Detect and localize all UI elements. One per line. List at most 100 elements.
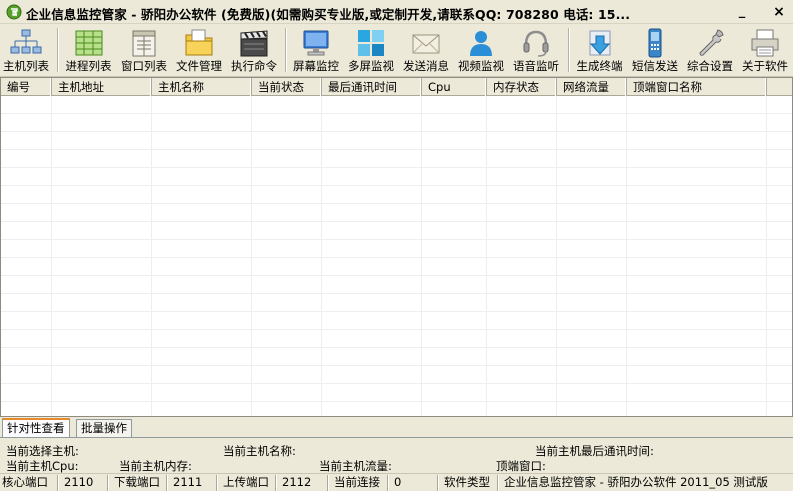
last-comm-label: 当前主机最后通讯时间: xyxy=(535,444,654,458)
grid-row-line xyxy=(1,185,792,186)
download-icon xyxy=(589,30,610,56)
upload-port-value: 2112 xyxy=(278,475,328,491)
top-window-label: 顶端窗口: xyxy=(496,459,546,473)
memory-label: 当前主机内存: xyxy=(119,459,192,473)
column-header-last-comm-time[interactable]: 最后通讯时间 xyxy=(322,78,422,96)
current-host-label: 当前选择主机: xyxy=(6,444,79,458)
toolbar-send-message-button[interactable]: 发送消息 xyxy=(399,24,453,77)
software-type-label: 软件类型 xyxy=(440,475,498,491)
toolbar-window-list-button[interactable]: 窗口列表 xyxy=(117,24,171,77)
toolbar-label: 短信发送 xyxy=(632,59,678,73)
grid-column-line xyxy=(251,96,252,416)
upload-port-label: 上传端口 xyxy=(219,475,276,491)
core-port-value: 2110 xyxy=(60,475,108,491)
column-header-traffic[interactable]: 网络流量 xyxy=(557,78,627,96)
column-header-memory[interactable]: 内存状态 xyxy=(487,78,557,96)
toolbar-label: 文件管理 xyxy=(176,59,222,73)
grid-column-line xyxy=(421,96,422,416)
multi-screen-icon xyxy=(358,30,384,56)
grid-row-line xyxy=(1,329,792,330)
toolbar-process-list-button[interactable]: 进程列表 xyxy=(61,24,116,77)
user-icon xyxy=(470,31,492,56)
grid-column-line xyxy=(321,96,322,416)
window-list-icon xyxy=(132,30,156,57)
headset-icon xyxy=(523,30,549,57)
envelope-icon xyxy=(412,34,440,54)
host-name-label: 当前主机名称: xyxy=(223,444,296,458)
toolbar-file-manager-button[interactable]: 文件管理 xyxy=(172,24,226,77)
grid-row-line xyxy=(1,239,792,240)
grid-column-line xyxy=(556,96,557,416)
toolbar-label: 屏幕监控 xyxy=(293,59,339,73)
process-list-icon xyxy=(75,30,102,56)
toolbar-label: 多屏监视 xyxy=(348,59,394,73)
software-type-value: 企业信息监控管家 - 骄阳办公软件 2011_05 测试版 xyxy=(504,475,768,489)
toolbar: 主机列表 进程列表 窗口列表 文件管理 执行命令 屏幕监控 多屏监视 发送消息 … xyxy=(0,24,793,77)
tab-batch-operation[interactable]: 批量操作 xyxy=(76,419,132,437)
toolbar-label: 语音监听 xyxy=(513,59,559,73)
column-header-host-address[interactable]: 主机地址 xyxy=(52,78,152,96)
monitor-icon xyxy=(303,30,329,56)
column-header-id[interactable]: 编号 xyxy=(1,78,52,96)
grid-row-line xyxy=(1,383,792,384)
host-info-panel: 当前选择主机: 当前主机名称: 当前主机最后通讯时间: 当前主机Cpu: 当前主… xyxy=(0,437,793,473)
wrench-icon xyxy=(699,29,724,56)
column-header-cpu[interactable]: Cpu xyxy=(422,78,487,96)
toolbar-label: 视频监视 xyxy=(458,59,504,73)
traffic-label: 当前主机流量: xyxy=(319,459,392,473)
host-table[interactable]: 编号 主机地址 主机名称 当前状态 最后通讯时间 Cpu 内存状态 网络流量 顶… xyxy=(0,77,793,417)
grid-column-line xyxy=(486,96,487,416)
toolbar-screen-monitor-button[interactable]: 屏幕监控 xyxy=(289,24,343,77)
toolbar-about-button[interactable]: 关于软件 xyxy=(738,24,792,77)
column-header-host-name[interactable]: 主机名称 xyxy=(152,78,252,96)
status-bar: 核心端口 2110 下载端口 2111 上传端口 2112 当前连接 0 软件类… xyxy=(0,473,793,491)
grid-row-line xyxy=(1,347,792,348)
table-body[interactable] xyxy=(1,96,792,416)
core-port-label: 核心端口 xyxy=(0,475,58,491)
toolbar-label: 窗口列表 xyxy=(121,59,167,73)
toolbar-label: 执行命令 xyxy=(231,59,277,73)
window-title: 企业信息监控管家 - 骄阳办公软件 (免费版)(如需购买专业版,或定制开发,请联… xyxy=(26,7,631,22)
toolbar-separator xyxy=(285,28,287,72)
phone-icon xyxy=(648,28,662,58)
title-bar[interactable]: 企业信息监控管家 - 骄阳办公软件 (免费版)(如需购买专业版,或定制开发,请联… xyxy=(0,0,793,24)
table-header: 编号 主机地址 主机名称 当前状态 最后通讯时间 Cpu 内存状态 网络流量 顶… xyxy=(1,78,792,96)
connections-label: 当前连接 xyxy=(330,475,388,491)
grid-row-line xyxy=(1,113,792,114)
toolbar-voice-monitor-button[interactable]: 语音监听 xyxy=(509,24,563,77)
toolbar-execute-command-button[interactable]: 执行命令 xyxy=(227,24,281,77)
grid-row-line xyxy=(1,167,792,168)
toolbar-sms-send-button[interactable]: 短信发送 xyxy=(628,24,682,77)
toolbar-label: 发送消息 xyxy=(403,59,449,73)
toolbar-label: 主机列表 xyxy=(3,59,49,73)
bottom-tabs: 针对性查看 批量操作 xyxy=(0,418,793,438)
toolbar-host-list-button[interactable]: 主机列表 xyxy=(0,24,52,77)
close-button[interactable]: × xyxy=(768,3,790,21)
toolbar-generate-client-button[interactable]: 生成终端 xyxy=(572,24,627,77)
toolbar-label: 进程列表 xyxy=(65,59,112,73)
folder-icon xyxy=(185,29,213,56)
grid-row-line xyxy=(1,401,792,402)
toolbar-video-monitor-button[interactable]: 视频监视 xyxy=(454,24,508,77)
grid-column-line xyxy=(151,96,152,416)
cpu-label: 当前主机Cpu: xyxy=(6,459,79,473)
grid-row-line xyxy=(1,293,792,294)
download-port-value: 2111 xyxy=(169,475,217,491)
grid-column-line xyxy=(626,96,627,416)
clapper-icon xyxy=(240,30,268,57)
toolbar-multi-screen-button[interactable]: 多屏监视 xyxy=(344,24,398,77)
tab-targeted-view[interactable]: 针对性查看 xyxy=(2,418,70,438)
toolbar-label: 综合设置 xyxy=(687,59,733,73)
grid-row-line xyxy=(1,311,792,312)
grid-row-line xyxy=(1,257,792,258)
column-header-top-window[interactable]: 顶端窗口名称 xyxy=(627,78,767,96)
connections-value: 0 xyxy=(390,475,438,491)
toolbar-settings-button[interactable]: 综合设置 xyxy=(683,24,737,77)
grid-column-line xyxy=(51,96,52,416)
grid-row-line xyxy=(1,131,792,132)
grid-column-line xyxy=(766,96,767,416)
toolbar-label: 关于软件 xyxy=(742,59,788,73)
minimize-button[interactable]: _ xyxy=(731,3,753,21)
column-header-status[interactable]: 当前状态 xyxy=(252,78,322,96)
app-window: 企业信息监控管家 - 骄阳办公软件 (免费版)(如需购买专业版,或定制开发,请联… xyxy=(0,0,793,491)
